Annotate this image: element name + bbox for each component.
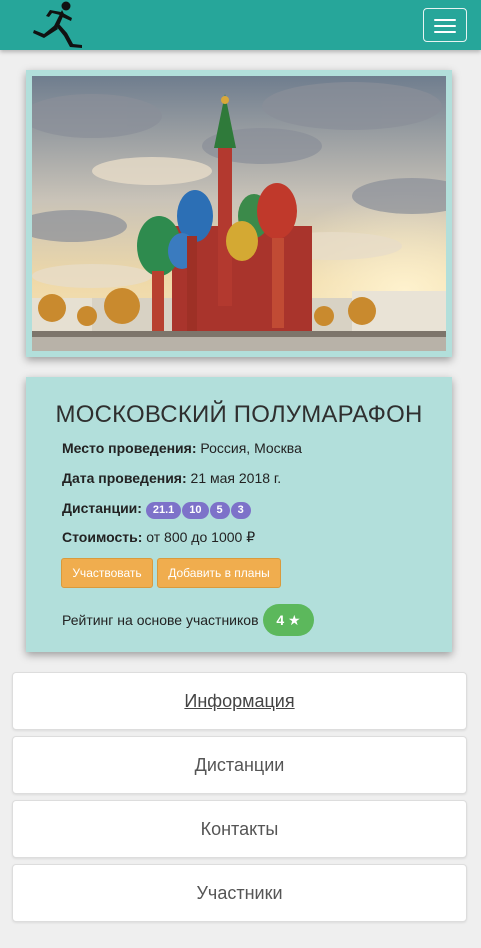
event-info-card: МОСКОВСКИЙ ПОЛУМАРАФОН Место проведения:… bbox=[26, 377, 452, 652]
venue-value: Россия, Москва bbox=[200, 440, 302, 456]
event-photo-card bbox=[26, 70, 452, 357]
event-photo bbox=[32, 76, 446, 351]
price-value: от 800 до 1000 ₽ bbox=[146, 529, 256, 545]
menu-toggle-button[interactable] bbox=[423, 8, 467, 42]
tab-contacts[interactable]: Контакты bbox=[12, 800, 467, 858]
navbar bbox=[0, 0, 481, 50]
date-row: Дата проведения: 21 мая 2018 г. bbox=[62, 470, 281, 486]
distance-badge[interactable]: 5 bbox=[209, 502, 230, 519]
tab-information[interactable]: Информация bbox=[12, 672, 467, 730]
price-row: Стоимость: от 800 до 1000 ₽ bbox=[62, 529, 255, 546]
date-label: Дата проведения: bbox=[62, 470, 187, 486]
rating-label: Рейтинг на основе участников bbox=[62, 612, 259, 628]
venue-label: Место проведения: bbox=[62, 440, 197, 456]
distance-badge[interactable]: 3 bbox=[230, 502, 251, 519]
tab-participants[interactable]: Участники bbox=[12, 864, 467, 922]
distance-badge[interactable]: 10 bbox=[182, 502, 209, 519]
price-label: Стоимость: bbox=[62, 529, 143, 545]
runner-logo-icon[interactable] bbox=[28, 0, 86, 50]
venue-row: Место проведения: Россия, Москва bbox=[62, 440, 302, 456]
rating-badge: 4 ★ bbox=[263, 604, 314, 636]
add-to-plans-button[interactable]: Добавить в планы bbox=[157, 558, 281, 588]
distance-badge[interactable]: 21.1 bbox=[145, 502, 182, 519]
event-title: МОСКОВСКИЙ ПОЛУМАРАФОН bbox=[55, 401, 423, 428]
distances-row: Дистанции: 21.1 10 5 3 bbox=[62, 500, 252, 519]
hamburger-bar-icon bbox=[434, 25, 456, 27]
date-value: 21 мая 2018 г. bbox=[190, 470, 282, 486]
distances-label: Дистанции: bbox=[62, 500, 142, 516]
hamburger-bar-icon bbox=[434, 19, 456, 21]
tab-distances[interactable]: Дистанции bbox=[12, 736, 467, 794]
hamburger-bar-icon bbox=[434, 31, 456, 33]
participate-button[interactable]: Участвовать bbox=[61, 558, 153, 588]
